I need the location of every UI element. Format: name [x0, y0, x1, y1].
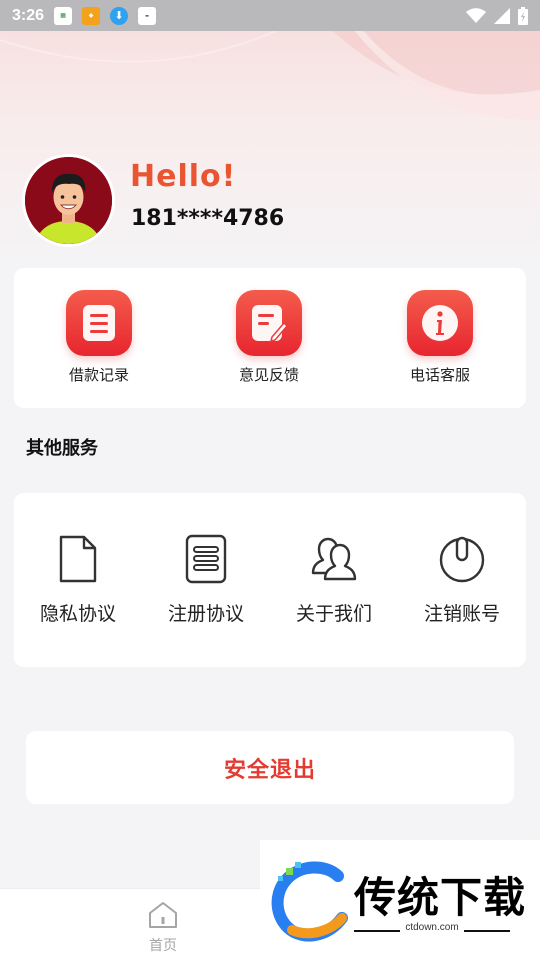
battery-icon [518, 6, 528, 25]
tab-home-label: 首页 [149, 938, 177, 954]
about-us-button[interactable]: 关于我们 [279, 533, 389, 626]
feedback-label: 意见反馈 [238, 366, 299, 384]
notepad-icon [180, 533, 232, 585]
app-notification-icon: ▬ [138, 6, 157, 25]
loan-records-button[interactable]: 借款记录 [44, 290, 154, 385]
watermark-brand: 传统下载 [354, 873, 527, 922]
avatar-image [25, 157, 112, 244]
watermark-divider [464, 930, 510, 932]
wifi-icon [466, 7, 486, 23]
privacy-policy-button[interactable]: 隐私协议 [23, 533, 133, 626]
section-title: 其他服务 [26, 438, 98, 459]
signal-icon [494, 7, 510, 24]
about-us-label: 关于我们 [295, 603, 372, 625]
power-icon [436, 533, 488, 585]
delete-account-label: 注销账号 [423, 603, 500, 625]
quick-actions-card: 借款记录 意见反馈 电话客服 [14, 268, 526, 408]
app-notification-icon: ▦ [54, 6, 73, 25]
avatar[interactable] [22, 154, 115, 247]
registration-agreement-label: 注册协议 [167, 603, 244, 625]
watermark-logo [271, 861, 348, 942]
tab-home[interactable]: 首页 [140, 901, 186, 955]
loan-records-label: 借款记录 [68, 366, 129, 384]
feedback-edit-icon [236, 290, 302, 356]
greeting-text: Hello! [130, 159, 237, 194]
phone-support-label: 电话客服 [409, 366, 470, 384]
delete-account-button[interactable]: 注销账号 [407, 533, 517, 626]
feedback-button[interactable]: 意见反馈 [214, 290, 324, 385]
services-card: 隐私协议 注册协议 关于我们 注销账号 [14, 493, 526, 667]
status-time: 3:26 [12, 6, 45, 24]
watermark: 传统下载 ctdown.com [260, 840, 540, 960]
logout-button[interactable]: 安全退出 [26, 731, 514, 804]
registration-agreement-button[interactable]: 注册协议 [151, 533, 261, 626]
privacy-policy-label: 隐私协议 [39, 603, 116, 625]
app-notification-icon: ◆ [82, 6, 101, 25]
phone-number: 181****4786 [131, 206, 285, 231]
info-icon [407, 290, 473, 356]
status-bar: 3:26 ▦ ◆ ⬇ ▬ [0, 0, 540, 31]
document-list-icon [66, 290, 132, 356]
file-icon [52, 533, 104, 585]
phone-support-button[interactable]: 电话客服 [385, 290, 495, 385]
download-icon: ⬇ [110, 6, 129, 25]
home-icon [149, 902, 177, 928]
users-icon [308, 533, 360, 585]
